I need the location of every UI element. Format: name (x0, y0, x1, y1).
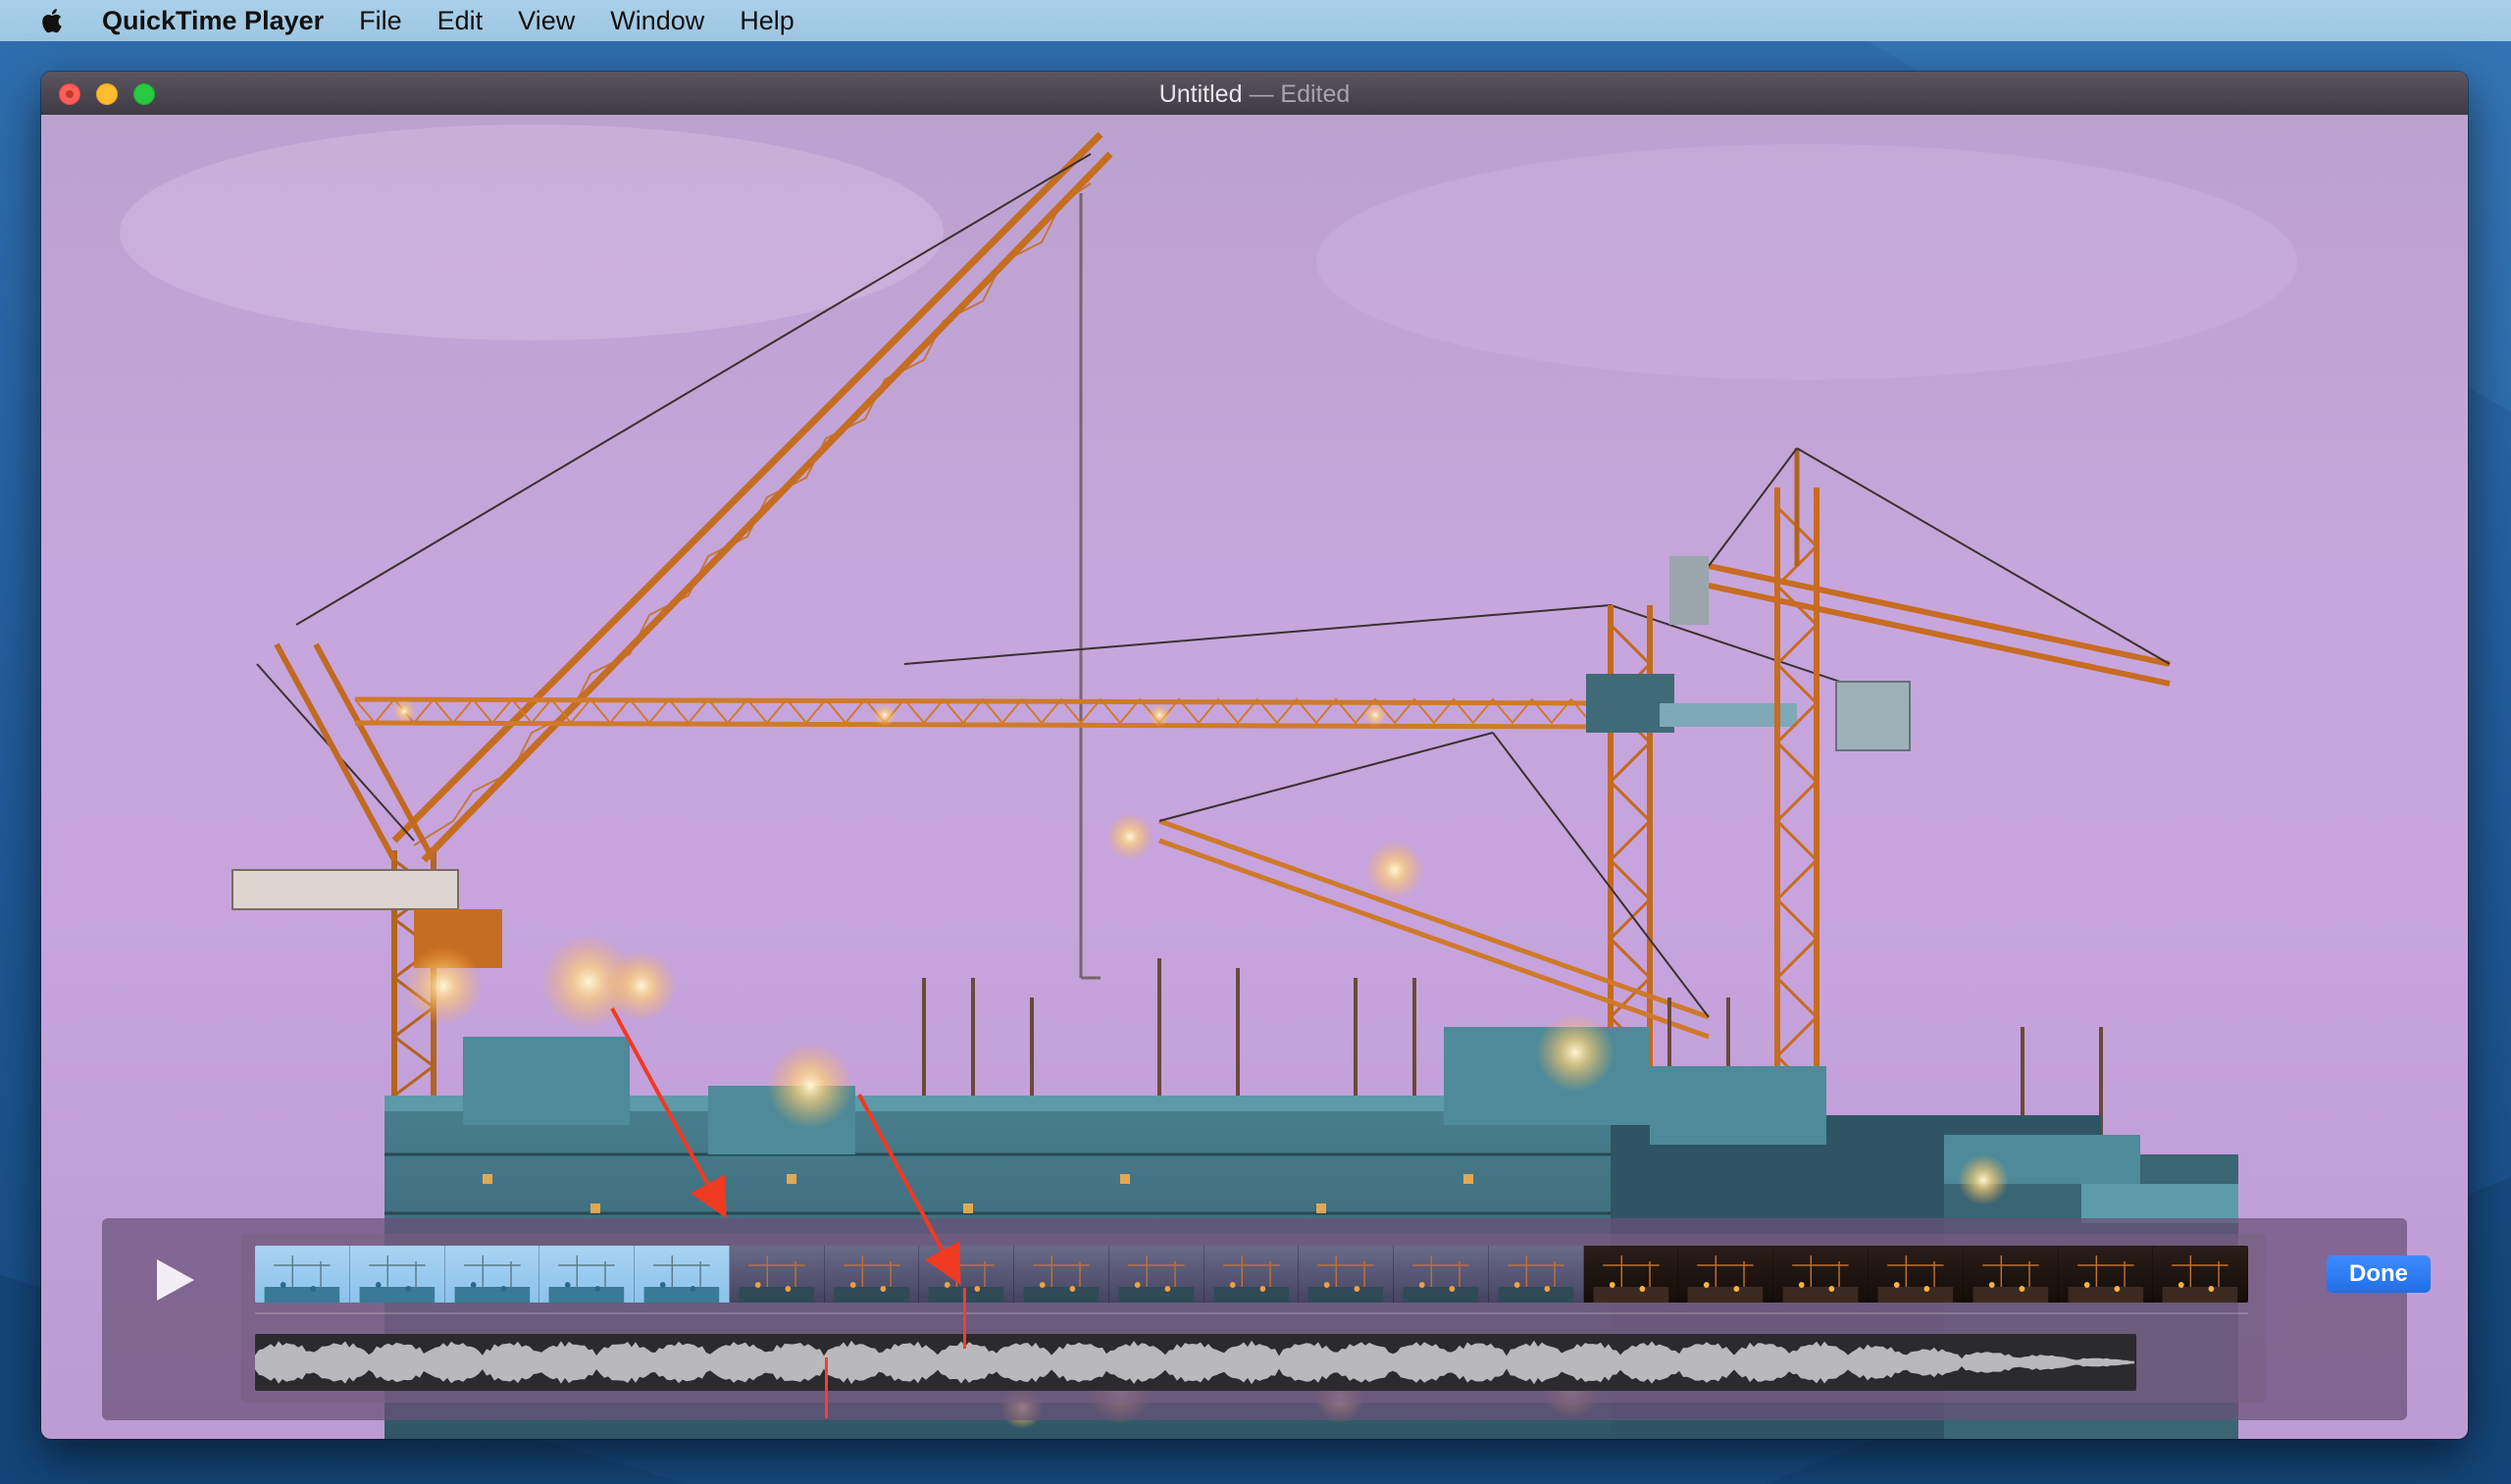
playhead-marker-audio[interactable] (963, 1288, 966, 1349)
filmstrip-frame (1108, 1246, 1204, 1303)
track-divider (255, 1312, 2248, 1314)
trim-track-area (241, 1234, 2266, 1418)
filmstrip-frame (1678, 1246, 1774, 1303)
filmstrip-frame (1488, 1246, 1584, 1303)
audio-waveform-track[interactable] (255, 1334, 2136, 1391)
trim-bar: Done (102, 1218, 2431, 1420)
title-bar[interactable]: Untitled — Edited (41, 72, 2468, 116)
window-title-separator: — (1249, 80, 1274, 108)
menu-bar: QuickTime Player File Edit View Window H… (0, 0, 2511, 41)
play-icon (157, 1259, 194, 1301)
window-title: Untitled — Edited (41, 80, 2468, 109)
filmstrip-frame (2153, 1246, 2248, 1303)
menu-edit[interactable]: Edit (437, 6, 484, 36)
filmstrip-frame (1014, 1246, 1109, 1303)
filmstrip-frame (1869, 1246, 1964, 1303)
playhead-marker-video[interactable] (825, 1357, 828, 1418)
quicktime-window: Untitled — Edited Done (41, 72, 2468, 1439)
filmstrip-frame (1583, 1246, 1679, 1303)
filmstrip-frame (349, 1246, 445, 1303)
filmstrip-frame (1394, 1246, 1489, 1303)
window-title-name: Untitled (1158, 80, 1243, 108)
done-button[interactable]: Done (2327, 1255, 2431, 1293)
filmstrip-frame (1773, 1246, 1870, 1303)
filmstrip-frame (824, 1246, 920, 1303)
apple-icon[interactable] (39, 7, 63, 34)
menu-file[interactable]: File (359, 6, 402, 36)
filmstrip-frame (729, 1246, 825, 1303)
audio-waveform (255, 1340, 2134, 1385)
play-button[interactable] (149, 1255, 198, 1305)
video-filmstrip[interactable] (255, 1246, 2248, 1303)
menu-help[interactable]: Help (740, 6, 794, 36)
waveform-shape (255, 1340, 2134, 1385)
filmstrip-frame (1963, 1246, 2059, 1303)
menu-window[interactable]: Window (610, 6, 704, 36)
filmstrip-frame (1299, 1246, 1395, 1303)
filmstrip-frame (635, 1246, 730, 1303)
video-frame[interactable]: Done (41, 115, 2468, 1439)
filmstrip-frame (2058, 1246, 2154, 1303)
app-name-menu[interactable]: QuickTime Player (102, 6, 324, 36)
filmstrip-frame (919, 1246, 1015, 1303)
filmstrip-frame (1204, 1246, 1300, 1303)
filmstrip-frame (255, 1246, 350, 1303)
window-title-status: Edited (1280, 80, 1351, 108)
filmstrip-frame (444, 1246, 540, 1303)
filmstrip-frame (539, 1246, 636, 1303)
menu-view[interactable]: View (518, 6, 575, 36)
